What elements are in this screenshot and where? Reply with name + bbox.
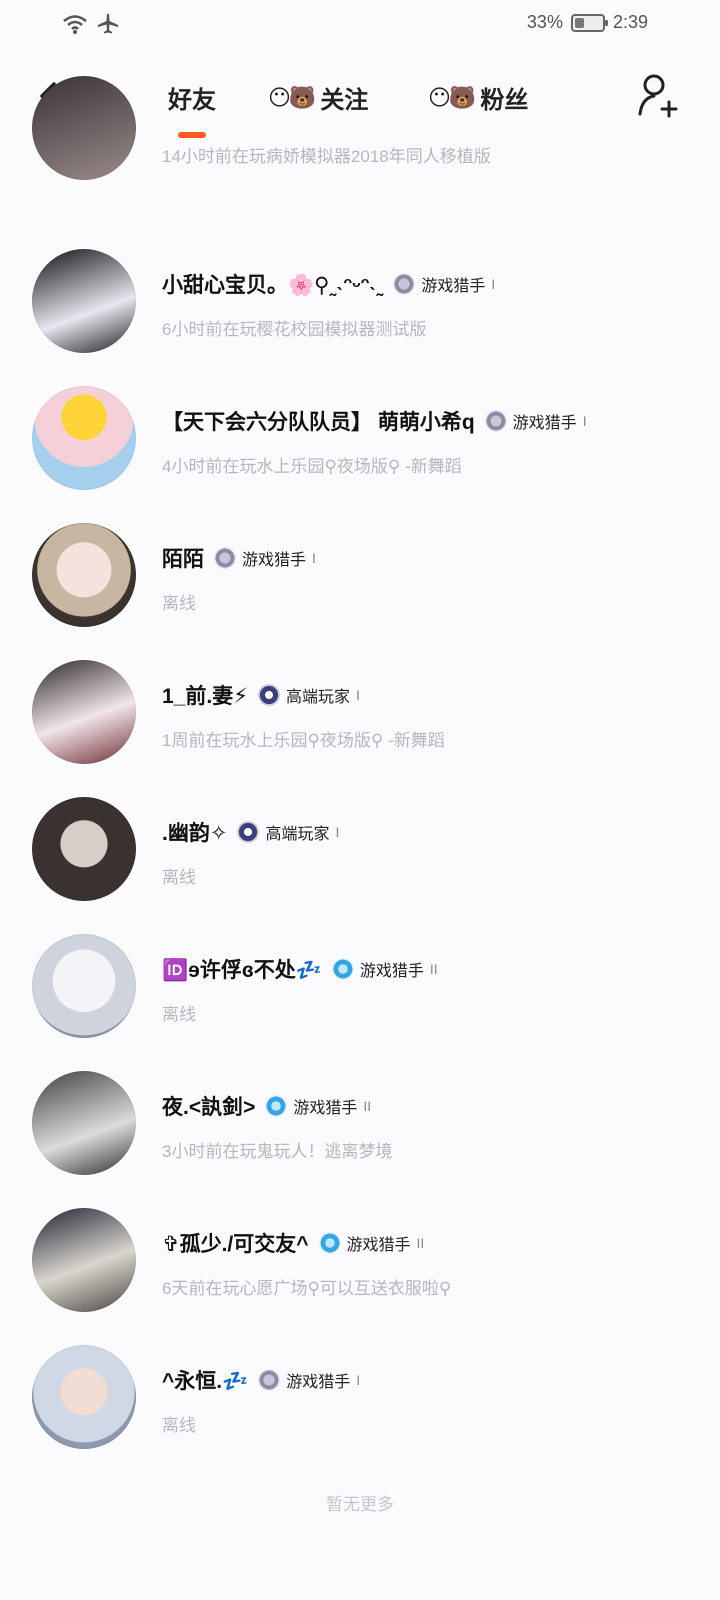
rank-badge-icon bbox=[214, 547, 236, 569]
friend-row[interactable]: ^永恒.💤 游戏猎手 I 离线 bbox=[0, 1345, 720, 1465]
avatar[interactable] bbox=[32, 660, 136, 764]
status-left bbox=[62, 12, 120, 36]
rank-badge-label: 游戏猎手 bbox=[346, 1237, 411, 1254]
status-right: 33% 2:39 bbox=[527, 12, 648, 33]
rank-badge-level: I bbox=[335, 824, 340, 840]
avatar[interactable] bbox=[32, 1208, 136, 1312]
friend-row[interactable]: .幽韵✧ 高端玩家 I 离线 bbox=[0, 797, 720, 917]
avatar[interactable] bbox=[32, 523, 136, 627]
avatar[interactable] bbox=[32, 76, 136, 180]
avatar[interactable] bbox=[32, 1345, 136, 1449]
friend-status: 1周前在玩水上乐园⚲夜场版⚲ -新舞蹈 bbox=[162, 731, 445, 750]
rank-badge-level: I bbox=[491, 276, 496, 292]
status-bar: 33% 2:39 bbox=[0, 0, 720, 48]
battery-percent: 33% bbox=[526, 12, 563, 32]
rank-badge-label: 游戏猎手 bbox=[242, 552, 307, 569]
friend-status: 离线 bbox=[162, 1005, 196, 1024]
friend-name-line: 夜.<訙釗> 游戏猎手 II bbox=[162, 1091, 371, 1121]
rank-badge-label: 游戏猎手 bbox=[286, 1374, 351, 1391]
friend-status: 3小时前在玩鬼玩人！逃离梦境 bbox=[162, 1142, 393, 1161]
friend-status: 14小时前在玩病娇模拟器2018年同人移植版 bbox=[162, 147, 491, 166]
friend-name: 1_前.妻⚡ bbox=[162, 685, 248, 708]
rank-badge-icon bbox=[258, 1369, 281, 1391]
rank-badge: 游戏猎手 I bbox=[484, 409, 587, 433]
friend-name: 【天下会六分队队员】 萌萌小希q bbox=[162, 411, 475, 434]
rank-badge: 游戏猎手 I bbox=[258, 1368, 360, 1392]
friend-status: 6小时前在玩樱花校园模拟器测试版 bbox=[162, 320, 427, 339]
friend-name-line: 🆔ɘ许俘ɞ不处💤 游戏猎手 II bbox=[162, 954, 438, 984]
friend-row[interactable]: 【天下会六分队队员】 萌萌小希q 游戏猎手 I 4小时前在玩水上乐园⚲夜场版⚲ -新舞… bbox=[0, 386, 720, 506]
friend-row[interactable]: 1_前.妻⚡ 高端玩家 I 1周前在玩水上乐园⚲夜场版⚲ -新舞蹈 bbox=[0, 660, 720, 780]
rank-badge: 高端玩家 I bbox=[257, 683, 360, 707]
friend-name: ^永恒.💤 bbox=[162, 1370, 249, 1393]
friend-name-line: ^永恒.💤 游戏猎手 I bbox=[162, 1365, 360, 1395]
no-more-label: 暂无更多 bbox=[326, 1495, 394, 1514]
bear-pair-icon: 😶🐻 bbox=[428, 84, 476, 110]
rank-badge-icon bbox=[393, 273, 416, 295]
rank-badge-icon bbox=[318, 1232, 341, 1254]
friend-name-line: 1_前.妻⚡ 高端玩家 I bbox=[162, 680, 360, 710]
rank-badge-label: 游戏猎手 bbox=[421, 278, 486, 295]
friend-name-line: .幽韵✧ 高端玩家 I bbox=[162, 817, 339, 847]
friend-name: 陌陌 bbox=[162, 548, 204, 571]
rank-badge: 游戏猎手 II bbox=[265, 1094, 371, 1118]
friend-name-line: ✞孤少./可交友^ 游戏猎手 II bbox=[162, 1228, 424, 1258]
battery-leaf-icon bbox=[570, 13, 608, 32]
battery-level-fill bbox=[574, 17, 584, 28]
friend-status: 6天前在玩心愿广场⚲可以互送衣服啦⚲ bbox=[162, 1279, 452, 1298]
friend-status: 4小时前在玩水上乐园⚲夜场版⚲ -新舞蹈 bbox=[162, 457, 462, 476]
wifi-icon bbox=[63, 15, 87, 34]
rank-badge-icon bbox=[257, 684, 280, 706]
friend-row[interactable]: ✞孤少./可交友^ 游戏猎手 II 6天前在玩心愿广场⚲可以互送衣服啦⚲ bbox=[0, 1208, 720, 1328]
friend-name: 夜.<訙釗> bbox=[162, 1096, 256, 1119]
friend-row[interactable]: 14小时前在玩病娇模拟器2018年同人移植版 bbox=[0, 76, 720, 230]
rank-badge: 游戏猎手 I bbox=[393, 272, 495, 296]
rank-badge-icon bbox=[484, 410, 507, 432]
rank-badge-label: 游戏猎手 bbox=[359, 963, 424, 980]
rank-badge: 高端玩家 I bbox=[237, 820, 339, 844]
friend-row[interactable]: 小甜心宝贝。🌸⚲˷˴ᵔᵕᵔ˴˷ 游戏猎手 I 6小时前在玩樱花校园模拟器测试版 bbox=[0, 249, 720, 369]
rank-badge-icon bbox=[237, 821, 260, 843]
friend-row[interactable]: 夜.<訙釗> 游戏猎手 II 3小时前在玩鬼玩人！逃离梦境 bbox=[0, 1071, 720, 1191]
rank-badge-label: 高端玩家 bbox=[265, 826, 330, 843]
rank-badge-label: 游戏猎手 bbox=[293, 1100, 358, 1117]
rank-badge-icon bbox=[331, 958, 354, 980]
rank-badge-level: II bbox=[429, 961, 438, 977]
friend-name-line: 【天下会六分队队员】 萌萌小希q 游戏猎手 I bbox=[162, 406, 587, 436]
friend-name: .幽韵✧ bbox=[162, 822, 228, 845]
rank-badge-icon bbox=[265, 1095, 288, 1117]
rank-badge-level: I bbox=[356, 1372, 361, 1388]
friend-row[interactable]: 🆔ɘ许俘ɞ不处💤 游戏猎手 II 离线 bbox=[0, 934, 720, 1054]
avatar[interactable] bbox=[32, 934, 136, 1038]
friend-name-line: 小甜心宝贝。🌸⚲˷˴ᵔᵕᵔ˴˷ 游戏猎手 I bbox=[162, 269, 495, 299]
rank-badge-label: 游戏猎手 bbox=[512, 415, 577, 432]
rank-badge: 游戏猎手 II bbox=[318, 1231, 425, 1255]
friend-row[interactable]: 陌陌 游戏猎手 I 离线 bbox=[0, 523, 720, 643]
friend-name: 🆔ɘ许俘ɞ不处💤 bbox=[162, 959, 322, 982]
avatar[interactable] bbox=[32, 797, 136, 901]
friend-name: 小甜心宝贝。🌸⚲˷˴ᵔᵕᵔ˴˷ bbox=[162, 274, 384, 297]
friend-status: 离线 bbox=[162, 868, 196, 887]
avatar[interactable] bbox=[32, 1071, 136, 1175]
rank-badge-level: I bbox=[312, 550, 316, 566]
airplane-icon bbox=[98, 14, 118, 34]
avatar[interactable] bbox=[32, 386, 136, 490]
rank-badge-level: I bbox=[355, 687, 360, 703]
bear-pair-icon: 😶🐻 bbox=[268, 84, 316, 110]
avatar[interactable] bbox=[32, 249, 136, 353]
friend-status: 离线 bbox=[162, 594, 196, 613]
rank-badge-level: I bbox=[582, 413, 587, 429]
clock: 2:39 bbox=[612, 12, 648, 32]
rank-badge-label: 高端玩家 bbox=[285, 689, 350, 706]
friend-status: 离线 bbox=[162, 1416, 196, 1435]
rank-badge-level: II bbox=[363, 1098, 372, 1114]
rank-badge-level: II bbox=[416, 1235, 425, 1251]
rank-badge: 游戏猎手 I bbox=[214, 546, 316, 570]
friend-name-line: 陌陌 游戏猎手 I bbox=[162, 543, 316, 573]
friend-name: ✞孤少./可交友^ bbox=[162, 1233, 309, 1256]
rank-badge: 游戏猎手 II bbox=[331, 957, 438, 981]
